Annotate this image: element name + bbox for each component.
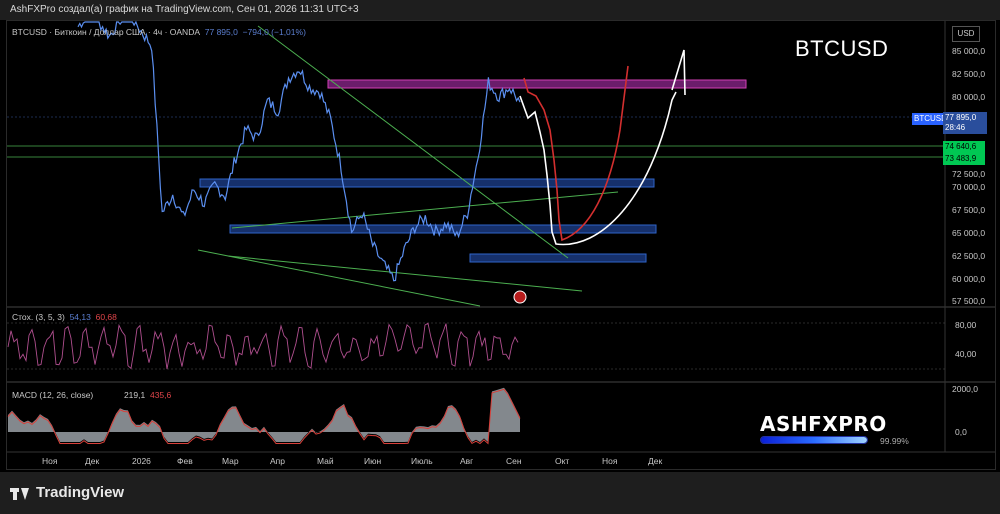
price-line[interactable] <box>77 20 521 282</box>
forecast-path-red[interactable] <box>523 65 629 242</box>
time-tick: Июль <box>411 456 433 466</box>
brand-progress-fill <box>761 437 867 443</box>
time-tick: Авг <box>460 456 474 466</box>
current-price: 77 895,0 <box>945 113 977 122</box>
current-price-box: 77 895,0 28:46 <box>943 112 987 134</box>
stoch-tick-40: 40,00 <box>955 349 977 359</box>
brand-progress-text: 99.99% <box>880 436 909 446</box>
legend-symbol: BTCUSD · Биткоин / Доллар США · 4ч · OAN… <box>12 27 201 37</box>
macd-tick-high: 2000,0 <box>952 384 978 394</box>
stoch-d: 60,68 <box>95 312 117 322</box>
event-marker-icon[interactable] <box>513 290 527 304</box>
price-tick: 65 000,0 <box>952 228 986 238</box>
macd-tick-zero: 0,0 <box>955 427 967 437</box>
time-tick: Мар <box>222 456 239 466</box>
zone-blue-1[interactable] <box>199 178 655 188</box>
legend-value: 77 895,0 <box>204 27 238 37</box>
time-tick: Ноя <box>602 456 618 466</box>
time-tick: Май <box>317 456 334 466</box>
symbol-legend[interactable]: BTCUSD · Биткоин / Доллар США · 4ч · OAN… <box>12 27 306 37</box>
price-tick: 67 500,0 <box>952 205 986 215</box>
macd-label: MACD (12, 26, close) <box>12 390 94 400</box>
legend-change: −794,0 (−1,01%) <box>242 27 306 37</box>
level-tag-2: 73 483,9 <box>943 153 985 165</box>
time-tick: 2026 <box>132 456 151 466</box>
macd-v1: 219,1 <box>123 390 146 400</box>
time-tick: Апр <box>270 456 285 466</box>
price-tick: 57 500,0 <box>952 296 986 306</box>
brand-progress-bar <box>760 436 868 444</box>
price-tick: 80 000,0 <box>952 92 986 102</box>
stoch-k: 54,13 <box>69 312 91 322</box>
stoch-tick-80: 80,00 <box>955 320 977 330</box>
time-tick: Сен <box>506 456 522 466</box>
price-tick: 72 500,0 <box>952 169 986 179</box>
time-tick: Ноя <box>42 456 58 466</box>
chart-svg[interactable] <box>0 0 1000 472</box>
currency-button[interactable]: USD <box>952 26 980 42</box>
macd-v2: 435,6 <box>149 390 172 400</box>
price-tick: 60 000,0 <box>952 274 986 284</box>
level-tag-1: 74 640,6 <box>943 141 985 153</box>
time-tick: Фев <box>177 456 193 466</box>
stoch-legend[interactable]: Стох. (3, 5, 3) 54,13 60,68 <box>12 312 117 322</box>
trendline-lower-1[interactable] <box>197 249 481 307</box>
macd-legend[interactable]: MACD (12, 26, close) 219,1 435,6 <box>12 390 171 400</box>
resistance-zone[interactable] <box>327 79 747 89</box>
tradingview-mark-icon <box>10 486 30 500</box>
forecast-path-white[interactable] <box>519 91 677 246</box>
price-tick: 62 500,0 <box>952 251 986 261</box>
time-tick: Дек <box>648 456 663 466</box>
time-tick: Июн <box>364 456 382 466</box>
trendline-descending[interactable] <box>257 25 569 259</box>
time-tick: Дек <box>85 456 100 466</box>
tradingview-logo[interactable]: TradingView <box>10 484 124 501</box>
tradingview-logo-text: TradingView <box>36 484 125 501</box>
stoch-label: Стох. (3, 5, 3) <box>12 312 65 322</box>
price-tick: 85 000,0 <box>952 46 986 56</box>
footer-bar <box>0 472 1000 514</box>
countdown: 28:46 <box>945 123 966 132</box>
time-tick: Окт <box>555 456 570 466</box>
chart-title: BTCUSD <box>795 36 889 61</box>
brand-logo: ASHFXPRO <box>760 412 887 436</box>
zone-blue-3[interactable] <box>469 253 647 263</box>
price-tick: 82 500,0 <box>952 69 986 79</box>
stoch-line[interactable] <box>7 322 519 370</box>
price-tick: 70 000,0 <box>952 182 986 192</box>
